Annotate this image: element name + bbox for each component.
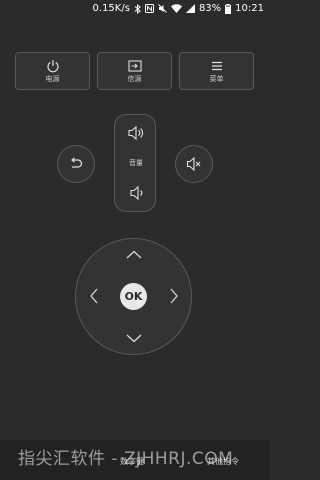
back-button[interactable] [57, 145, 95, 183]
signal-icon [185, 4, 195, 13]
arrow-right-icon [170, 288, 178, 304]
mute-icon [186, 156, 201, 172]
nfc-icon [144, 4, 154, 13]
ok-button[interactable]: OK [120, 283, 147, 310]
dpad-down[interactable] [124, 328, 144, 348]
network-speed: 0.15K/s [92, 3, 130, 14]
power-label: 电源 [45, 75, 60, 83]
status-right: 0.15K/s 83% 10:21 [93, 3, 264, 14]
input-source-icon [127, 60, 142, 72]
volume-down-icon [130, 185, 143, 201]
battery-icon [225, 3, 232, 14]
mute-button[interactable] [175, 145, 213, 183]
ok-label: OK [124, 290, 143, 303]
menu-icon [211, 61, 222, 71]
volume-down-button[interactable] [115, 185, 157, 201]
arrow-up-icon [126, 250, 142, 259]
watermark: 指尖汇软件 - ZJHHRJ.COM [18, 449, 234, 469]
arrow-left-icon [90, 288, 98, 304]
volume-label: 音量 [129, 159, 143, 167]
dpad-right[interactable] [164, 286, 184, 306]
bluetooth-icon [134, 3, 141, 14]
input-source-button[interactable]: 信源 [97, 52, 172, 90]
dpad-up[interactable] [124, 245, 144, 265]
power-button[interactable]: 电源 [15, 52, 90, 90]
arrow-down-icon [126, 334, 142, 343]
volume-up-button[interactable] [115, 125, 157, 141]
clock: 10:21 [235, 3, 264, 14]
dpad-left[interactable] [84, 286, 104, 306]
wifi-icon [170, 4, 182, 13]
volume-rocker: 音量 [114, 114, 156, 212]
dpad: OK [75, 238, 192, 355]
menu-label: 菜单 [209, 75, 224, 83]
volume-up-icon [128, 125, 143, 141]
mute-icon [158, 4, 167, 13]
status-bar: 0.15K/s 83% 10:21 [0, 0, 270, 20]
menu-button[interactable]: 菜单 [179, 52, 254, 90]
back-icon [71, 157, 83, 168]
battery-percent: 83% [198, 3, 222, 14]
power-icon [46, 60, 59, 73]
input-source-label: 信源 [127, 75, 142, 83]
